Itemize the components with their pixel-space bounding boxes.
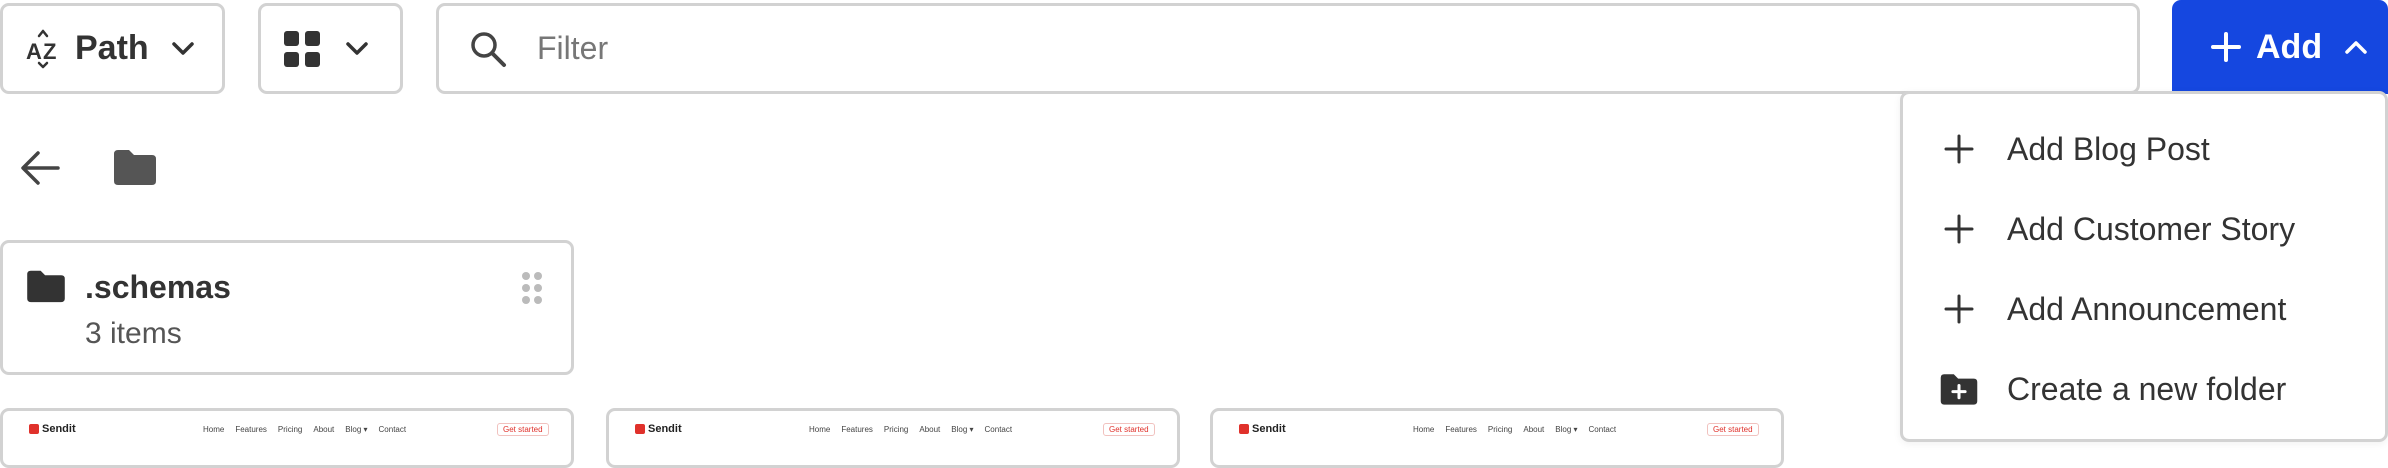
folder-breadcrumb-icon[interactable] [112,148,158,186]
preview-cta: Get started [1707,423,1759,436]
grid-icon [284,30,320,67]
sort-az-icon: A Z [26,29,56,68]
preview-brand: Sendit [635,423,682,435]
sort-label: Path [75,29,149,67]
folder-plus-icon [1939,369,1979,409]
preview-brand: Sendit [1239,423,1286,435]
chevron-down-icon [346,41,368,55]
menu-item-label: Add Announcement [2007,290,2287,327]
back-arrow-icon[interactable] [18,150,62,186]
nav-link: Home [809,425,831,434]
plus-icon [1939,129,1979,169]
page-preview-card[interactable]: Sendit Home Features Pricing About Blog … [0,408,574,468]
plus-icon [1939,209,1979,249]
sort-button[interactable]: A Z Path [0,3,225,94]
nav-link: Pricing [883,425,909,434]
add-button[interactable]: Add [2172,0,2388,94]
brand-logo-icon [635,424,645,434]
add-label: Add [2256,27,2323,66]
nav-link: Blog ▾ [345,425,368,434]
brand-logo-icon [1239,424,1249,434]
nav-link: About [919,425,941,434]
menu-item-add-announcement[interactable]: Add Announcement [1939,279,2369,339]
chevron-down-icon [171,41,194,55]
preview-nav: Home Features Pricing About Blog ▾ Conta… [809,425,1012,434]
nav-link: Features [235,425,267,434]
nav-link: Blog ▾ [951,425,974,434]
nav-link: About [313,425,335,434]
nav-link: Contact [1588,425,1617,434]
menu-item-label: Add Customer Story [2007,210,2296,247]
preview-nav: Home Features Pricing About Blog ▾ Conta… [203,425,406,434]
filter-input[interactable] [537,30,2037,67]
nav-link: Pricing [277,425,303,434]
page-preview-card[interactable]: Sendit Home Features Pricing About Blog … [1210,408,1784,468]
svg-text:Z: Z [43,39,56,64]
brand-name: Sendit [42,423,76,435]
folder-card[interactable]: .schemas 3 items [0,240,574,375]
brand-logo-icon [29,424,39,434]
chevron-up-icon [2345,41,2367,54]
menu-item-add-blog-post[interactable]: Add Blog Post [1939,119,2369,179]
drag-handle-icon[interactable] [521,271,543,305]
nav-link: Blog ▾ [1555,425,1578,434]
menu-item-create-folder[interactable]: Create a new folder [1939,359,2369,419]
nav-link: Home [1413,425,1435,434]
folder-icon [27,270,65,303]
nav-link: Pricing [1487,425,1513,434]
menu-item-label: Add Blog Post [2007,130,2210,167]
nav-link: About [1523,425,1545,434]
nav-link: Contact [378,425,407,434]
nav-link: Features [841,425,873,434]
folder-item-count: 3 items [85,317,182,350]
page-preview-card[interactable]: Sendit Home Features Pricing About Blog … [606,408,1180,468]
menu-item-add-customer-story[interactable]: Add Customer Story [1939,199,2369,259]
search-icon [471,31,506,67]
folder-name: .schemas [85,269,231,305]
nav-link: Contact [984,425,1013,434]
view-mode-button[interactable] [258,3,403,94]
plus-icon [2211,32,2241,62]
add-dropdown-menu: Add Blog Post Add Customer Story Add Ann… [1900,91,2388,442]
brand-name: Sendit [1252,423,1286,435]
nav-link: Home [203,425,225,434]
plus-icon [1939,289,1979,329]
nav-link: Features [1445,425,1477,434]
preview-brand: Sendit [29,423,76,435]
menu-item-label: Create a new folder [2007,370,2287,407]
preview-cta: Get started [1103,423,1155,436]
preview-cta: Get started [497,423,549,436]
filter-field[interactable] [436,3,2140,94]
preview-nav: Home Features Pricing About Blog ▾ Conta… [1413,425,1616,434]
brand-name: Sendit [648,423,682,435]
svg-text:A: A [26,39,42,64]
